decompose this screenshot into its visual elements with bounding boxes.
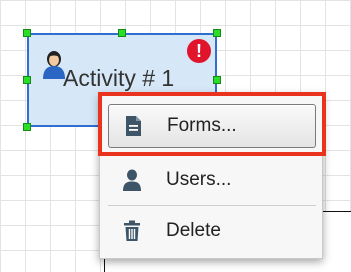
- menu-separator: [108, 205, 316, 206]
- menu-item-label: Forms...: [167, 115, 237, 136]
- menu-item-users[interactable]: Users...: [108, 158, 316, 202]
- menu-item-label: Delete: [166, 220, 221, 241]
- resize-handle-bottom-left[interactable]: [23, 123, 31, 131]
- resize-handle-top-left[interactable]: [23, 29, 31, 37]
- user-icon: [120, 168, 144, 192]
- resize-handle-middle-right[interactable]: [213, 76, 221, 84]
- process-designer-canvas[interactable]: Activity # 1 ! Forms... Users... Delete: [0, 0, 351, 272]
- menu-item-delete[interactable]: Delete: [108, 209, 316, 253]
- context-menu: Forms... Users... Delete: [99, 93, 323, 259]
- trash-icon: [120, 219, 144, 243]
- menu-item-label: Users...: [166, 169, 232, 190]
- resize-handle-middle-left[interactable]: [23, 76, 31, 84]
- activity-label: Activity # 1: [63, 65, 175, 91]
- exclamation-icon[interactable]: !: [187, 39, 211, 63]
- menu-item-forms[interactable]: Forms...: [108, 104, 316, 148]
- resize-handle-top-right[interactable]: [213, 29, 221, 37]
- resize-handle-top-center[interactable]: [118, 29, 126, 37]
- document-icon: [121, 114, 145, 138]
- menu-separator: [108, 153, 316, 154]
